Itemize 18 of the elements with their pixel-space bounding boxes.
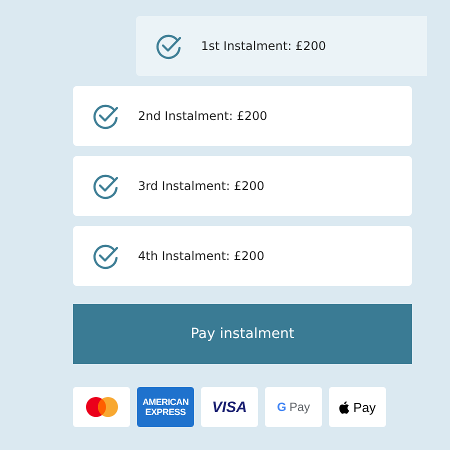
instalment-label: 1st Instalment: £200: [201, 39, 326, 53]
check-circle-icon: [155, 32, 183, 60]
check-circle-icon: [92, 172, 120, 200]
mastercard-logo: [73, 387, 130, 427]
instalment-label: 2nd Instalment: £200: [138, 109, 268, 123]
google-pay-logo: G Pay: [265, 387, 322, 427]
instalment-label: 3rd Instalment: £200: [138, 179, 264, 193]
check-circle-icon: [92, 102, 120, 130]
instalment-card[interactable]: 2nd Instalment: £200: [73, 86, 412, 146]
check-circle-icon: [92, 242, 120, 270]
instalment-label: 4th Instalment: £200: [138, 249, 264, 263]
visa-logo: VISA: [201, 387, 258, 427]
amex-logo: AMERICAN EXPRESS: [137, 387, 194, 427]
instalment-card[interactable]: 4th Instalment: £200: [73, 226, 412, 286]
instalment-card[interactable]: 1st Instalment: £200: [136, 16, 427, 76]
apple-pay-logo: Pay: [329, 387, 386, 427]
instalment-card[interactable]: 3rd Instalment: £200: [73, 156, 412, 216]
pay-button[interactable]: Pay instalment: [73, 304, 412, 364]
